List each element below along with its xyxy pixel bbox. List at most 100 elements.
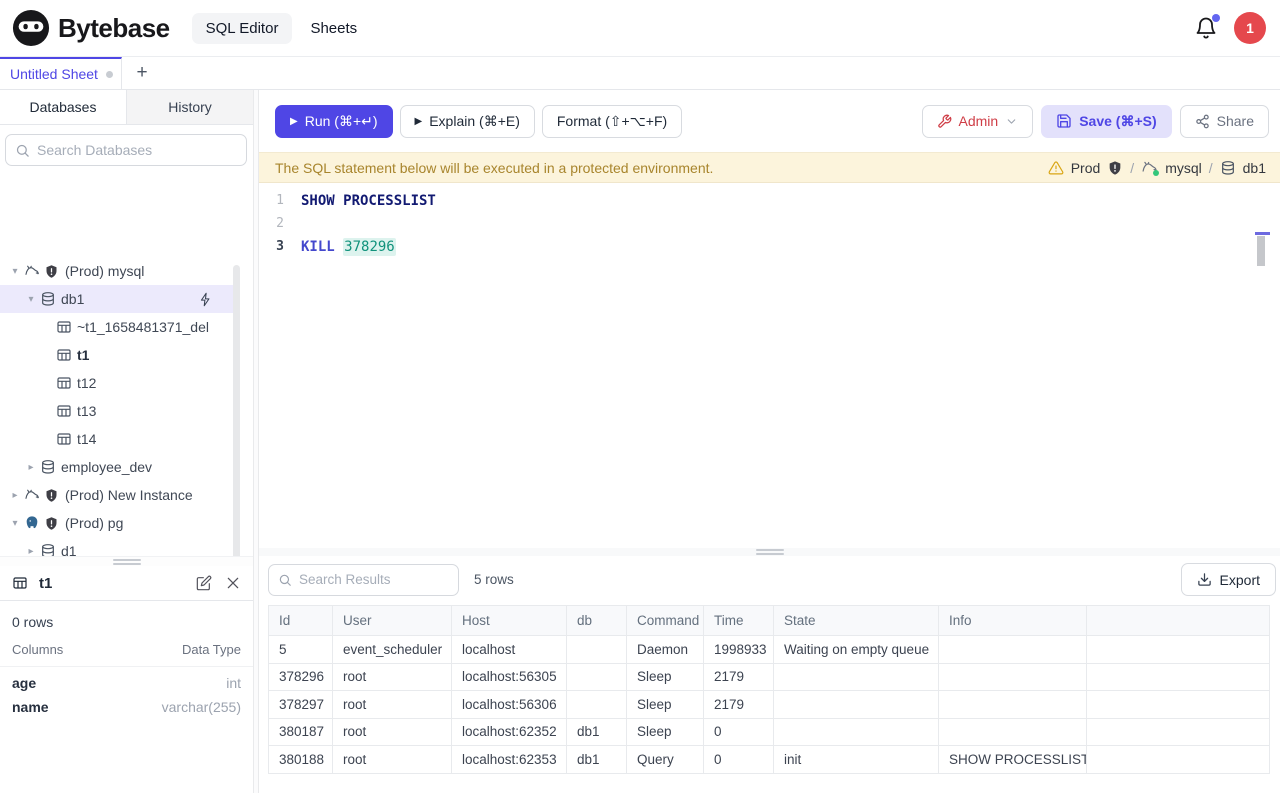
table-row[interactable]: 380187rootlocalhost:62352db1Sleep0 — [269, 718, 1270, 746]
table-cell: 5 — [269, 636, 333, 664]
tree-item--prod-mysql[interactable]: ▾(Prod) mysql — [0, 257, 239, 285]
sql-code-editor[interactable]: 1SHOW PROCESSLIST23KILL 378296 — [259, 183, 1256, 548]
results-search-input[interactable] — [299, 572, 449, 587]
mysql-icon — [24, 487, 44, 503]
line-number: 1 — [259, 193, 301, 208]
sheet-tab-label: Untitled Sheet — [10, 66, 98, 82]
play-icon: ▶ — [290, 116, 298, 127]
bytebase-logo[interactable]: Bytebase — [12, 9, 170, 47]
table-cell: db1 — [567, 746, 627, 774]
database-search[interactable] — [5, 134, 247, 166]
column-header-host[interactable]: Host — [452, 606, 567, 636]
brand-name: Bytebase — [58, 13, 170, 44]
columns-list: ageintnamevarchar(255) — [0, 667, 253, 715]
table-cell: 2179 — [704, 663, 774, 691]
tree-item--prod-pg[interactable]: ▾(Prod) pg — [0, 509, 239, 537]
results-panel: 5 rows Export IdUserHostdbCommandTimeSta… — [259, 548, 1280, 793]
table-detail-panel: t1 0 rows Columns Data Type ageintnameva… — [0, 566, 253, 793]
right-arrow-icon: ▸ — [22, 462, 40, 473]
table-row[interactable]: 378296rootlocalhost:56305Sleep2179 — [269, 663, 1270, 691]
table-detail-actions — [196, 575, 241, 591]
tree-item-employee-dev[interactable]: ▸employee_dev — [0, 453, 239, 481]
code-text: SHOW PROCESSLIST — [301, 193, 436, 209]
column-header-time[interactable]: Time — [704, 606, 774, 636]
database-search-input[interactable] — [37, 142, 237, 158]
table-cell: Daemon — [627, 636, 704, 664]
export-button[interactable]: Export — [1181, 563, 1276, 596]
tree-item-t13[interactable]: t13 — [0, 397, 239, 425]
tree-item-t12[interactable]: t12 — [0, 369, 239, 397]
table-row[interactable]: 380188rootlocalhost:62353db1Query0initSH… — [269, 746, 1270, 774]
tree-item-label: (Prod) pg — [65, 515, 123, 531]
tab-history[interactable]: History — [127, 90, 253, 124]
sidebar-tabs: Databases History — [0, 90, 253, 125]
table-cell: Sleep — [627, 663, 704, 691]
editor-toolbar: ▶ Run (⌘+↵) ▶ Explain (⌘+E) Format (⇧+⌥+… — [259, 90, 1280, 152]
table-row[interactable]: 378297rootlocalhost:56306Sleep2179 — [269, 691, 1270, 719]
table-cell: root — [333, 663, 452, 691]
results-resize-handle[interactable] — [259, 548, 1280, 556]
protected-environment-banner: The SQL statement below will be executed… — [259, 152, 1280, 183]
top-header: Bytebase SQL Editor Sheets 1 — [0, 0, 1280, 57]
editor-area: ▶ Run (⌘+↵) ▶ Explain (⌘+E) Format (⇧+⌥+… — [259, 90, 1280, 548]
new-sheet-button[interactable]: + — [122, 57, 162, 89]
top-nav: SQL Editor Sheets — [192, 13, 364, 44]
table-cell-filler — [1087, 718, 1270, 746]
table-cell: 1998933 — [704, 636, 774, 664]
run-button[interactable]: ▶ Run (⌘+↵) — [275, 105, 393, 138]
table-cell: SHOW PROCESSLIST — [939, 746, 1087, 774]
breadcrumb-database[interactable]: db1 — [1243, 160, 1266, 176]
column-header-db[interactable]: db — [567, 606, 627, 636]
sidebar-resize-handle[interactable] — [0, 556, 253, 566]
column-header-command[interactable]: Command — [627, 606, 704, 636]
sheet-tabstrip: Untitled Sheet + — [0, 57, 1280, 90]
explain-button[interactable]: ▶ Explain (⌘+E) — [400, 105, 535, 138]
results-header: 5 rows Export — [259, 556, 1280, 603]
table-row[interactable]: 5event_schedulerlocalhostDaemon1998933Wa… — [269, 636, 1270, 664]
breadcrumb-instance[interactable]: mysql — [1165, 160, 1202, 176]
save-button[interactable]: Save (⌘+S) — [1041, 105, 1171, 138]
tree-item-t1[interactable]: t1 — [0, 341, 239, 369]
table-cell: 0 — [704, 718, 774, 746]
table-row-count: 0 rows — [0, 601, 253, 630]
breadcrumb-environment[interactable]: Prod — [1071, 160, 1101, 176]
tab-untitled-sheet[interactable]: Untitled Sheet — [0, 57, 122, 89]
tree-scrollbar-thumb[interactable] — [233, 265, 240, 566]
tree-item--prod-new-instance[interactable]: ▸(Prod) New Instance — [0, 481, 239, 509]
user-avatar[interactable]: 1 — [1234, 12, 1266, 44]
column-header-info[interactable]: Info — [939, 606, 1087, 636]
results-search[interactable] — [268, 564, 459, 596]
notification-bell-icon[interactable] — [1194, 16, 1218, 40]
table-cell: root — [333, 718, 452, 746]
table-cell: 378297 — [269, 691, 333, 719]
close-panel-icon[interactable] — [225, 575, 241, 591]
table-cell: 380187 — [269, 718, 333, 746]
table-cell — [567, 691, 627, 719]
column-header-id[interactable]: Id — [269, 606, 333, 636]
unsaved-dot-icon — [106, 71, 113, 78]
table-detail-header: t1 — [0, 566, 253, 601]
editor-line: 2 — [259, 212, 1256, 235]
table-cell: Waiting on empty queue — [774, 636, 939, 664]
column-row-age: ageint — [0, 667, 253, 691]
column-header-user[interactable]: User — [333, 606, 452, 636]
share-button[interactable]: Share — [1180, 105, 1269, 138]
bytebase-logo-icon — [12, 9, 50, 47]
editor-scrollbar-thumb[interactable] — [1257, 236, 1265, 266]
tree-item-t14[interactable]: t14 — [0, 425, 239, 453]
format-button[interactable]: Format (⇧+⌥+F) — [542, 105, 682, 138]
line-number: 2 — [259, 216, 301, 231]
nav-sql-editor[interactable]: SQL Editor — [192, 13, 293, 44]
tab-databases[interactable]: Databases — [0, 90, 127, 124]
column-header-state[interactable]: State — [774, 606, 939, 636]
column-type: int — [226, 675, 241, 691]
edit-table-icon[interactable] — [196, 575, 212, 591]
admin-mode-button[interactable]: Admin — [922, 105, 1034, 138]
tree-item--t1-1658481371-del[interactable]: ~t1_1658481371_del — [0, 313, 239, 341]
database-icon — [1220, 160, 1236, 176]
results-row-count: 5 rows — [474, 572, 514, 587]
sidebar: Databases History ▾(Prod) mysql▾db1~t1_1… — [0, 90, 253, 566]
tree-item-db1[interactable]: ▾db1 — [0, 285, 239, 313]
postgres-icon — [24, 515, 44, 531]
nav-sheets[interactable]: Sheets — [304, 13, 363, 44]
